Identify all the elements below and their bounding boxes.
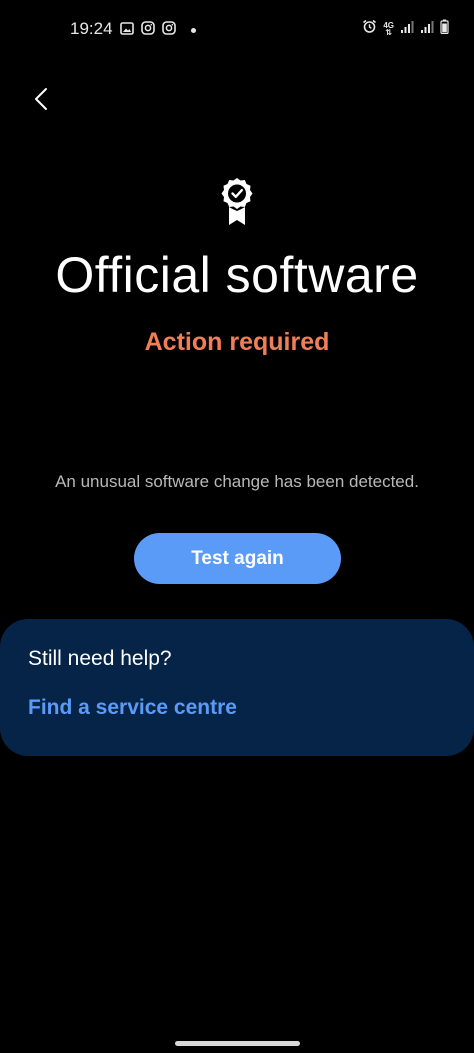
system-icons: 4G ⇅: [362, 19, 449, 39]
status-time: 19:24: [70, 19, 113, 38]
page-title: Official software: [55, 247, 419, 303]
verified-badge-icon: [219, 176, 255, 228]
instagram-icon: [162, 21, 176, 40]
test-again-button[interactable]: Test again: [134, 533, 341, 584]
image-icon: [120, 21, 134, 40]
signal-icon: [420, 20, 434, 39]
help-title: Still need help?: [28, 647, 172, 670]
help-card: [0, 619, 474, 756]
status-text: Action required: [144, 328, 330, 356]
notification-icons: [120, 21, 196, 40]
dot-icon: [191, 28, 196, 33]
status-bar: 19:24 4G ⇅: [0, 0, 474, 60]
home-indicator[interactable]: [175, 1041, 300, 1046]
back-button[interactable]: [28, 84, 58, 114]
4g-icon: 4G ⇅: [383, 21, 394, 37]
signal-icon: [400, 20, 414, 39]
alarm-icon: [362, 19, 377, 39]
battery-icon: [440, 19, 449, 39]
status-message: An unusual software change has been dete…: [55, 472, 419, 491]
chevron-left-icon: [35, 88, 47, 110]
instagram-icon: [141, 21, 155, 40]
network-label: 4G: [383, 21, 394, 30]
find-service-centre-link[interactable]: Find a service centre: [28, 696, 237, 720]
